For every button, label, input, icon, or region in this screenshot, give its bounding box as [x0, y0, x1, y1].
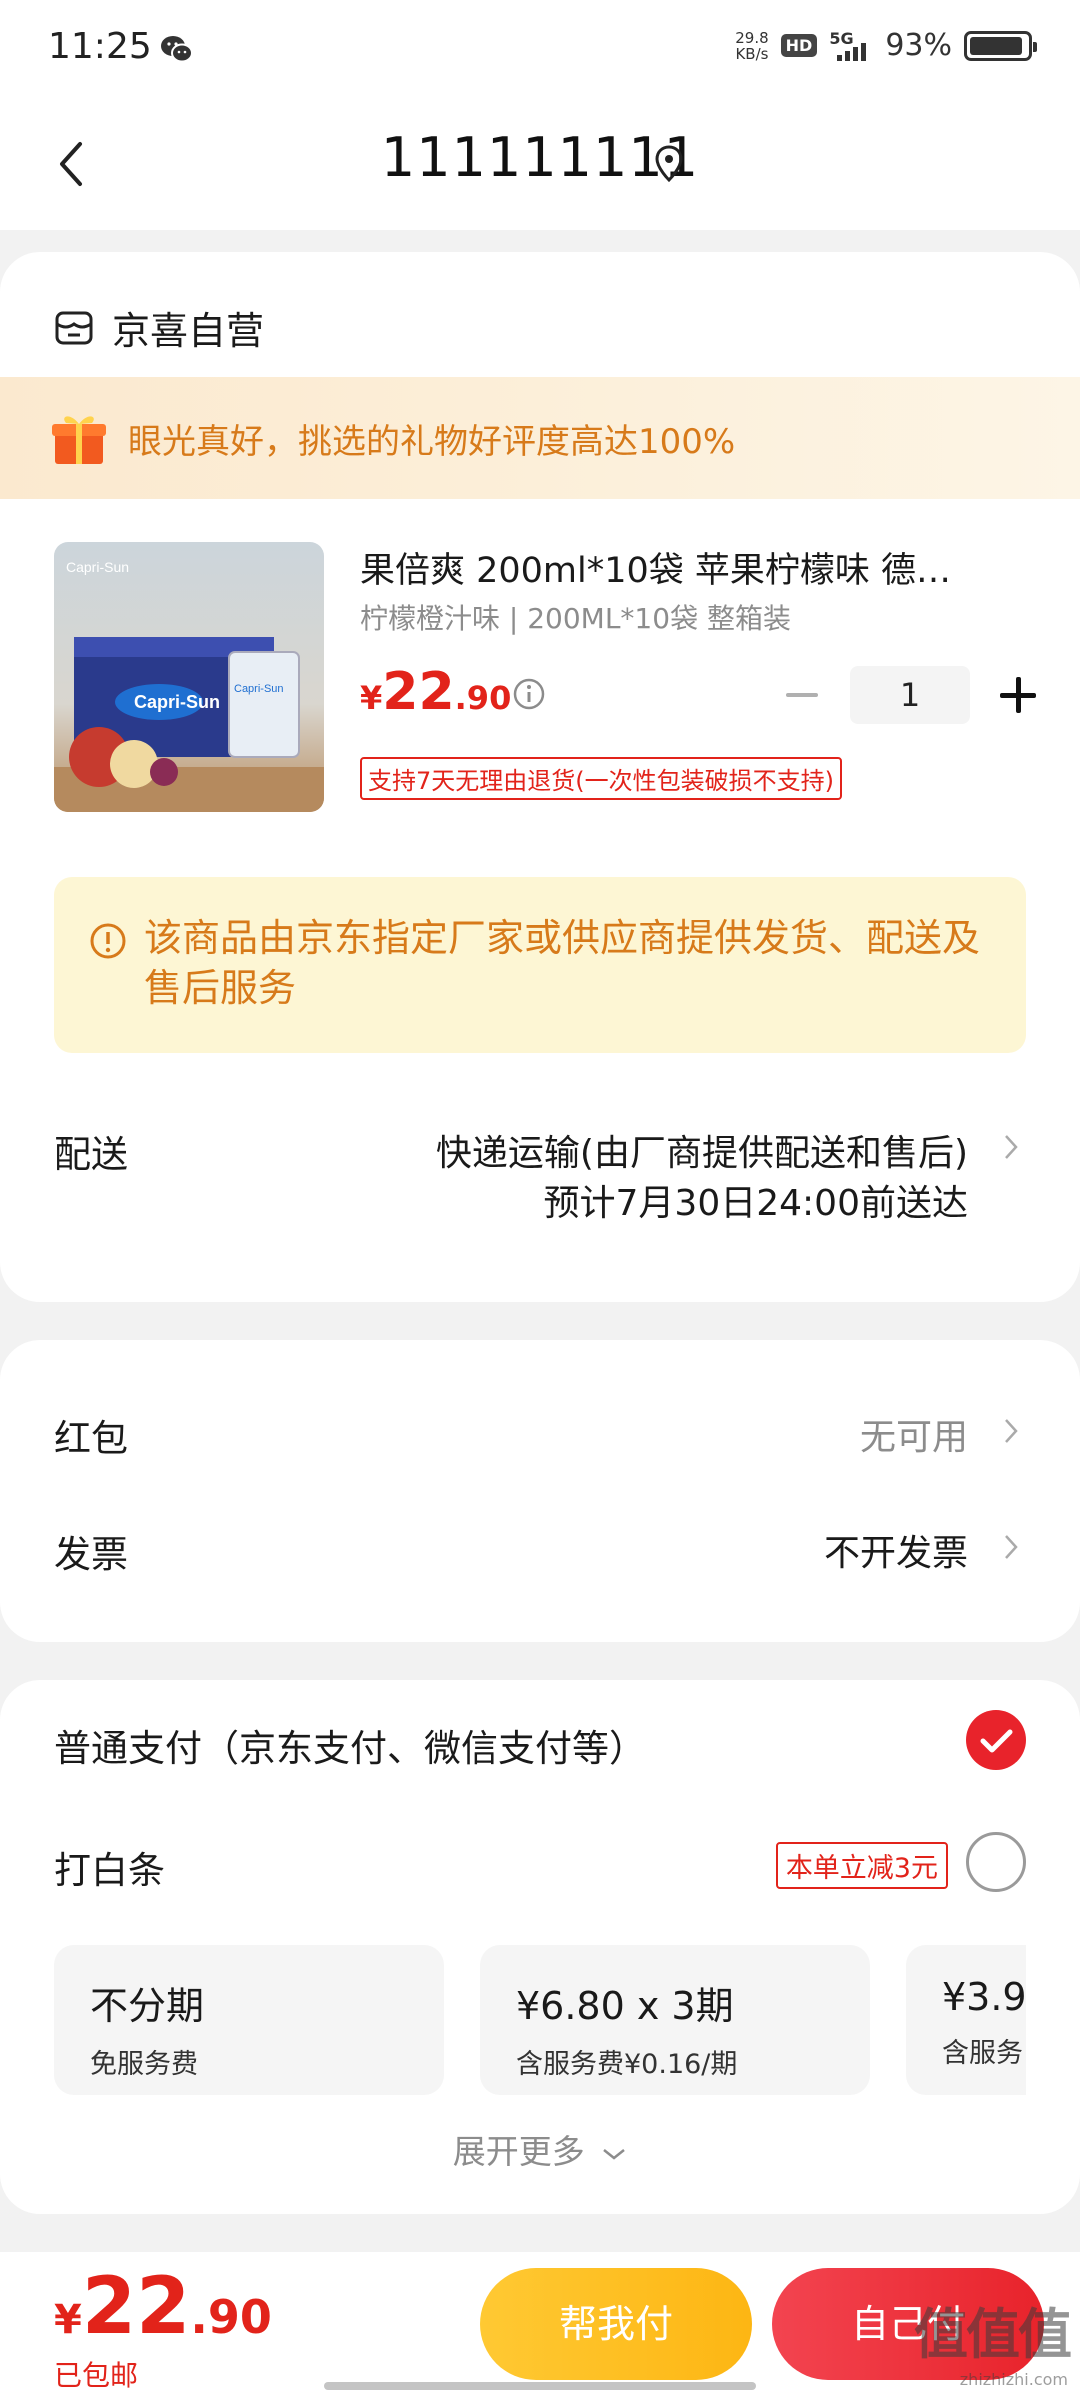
total-currency: ¥: [54, 2297, 82, 2343]
battery-percent: 93%: [885, 28, 952, 63]
store-name: 京喜自营: [112, 309, 265, 353]
price-info-icon[interactable]: [512, 677, 546, 711]
hd-badge: HD: [780, 34, 818, 57]
battery-icon: [964, 30, 1037, 61]
decrease-quantity-button[interactable]: [780, 673, 824, 717]
baitiao-discount-badge: 本单立减3元: [775, 1842, 948, 1889]
status-bar: 11:25 29.8 KB/s HD 5G 93%: [0, 0, 1080, 100]
gift-icon: [52, 416, 106, 464]
plan-title: ¥3.9: [942, 1975, 1026, 2019]
gift-banner-text: 眼光真好，挑选的礼物好评度高达100%: [128, 421, 736, 462]
baitiao-radio-unchecked[interactable]: [966, 1832, 1026, 1892]
total-price: ¥ 22 .90: [54, 2262, 272, 2352]
normal-payment-radio-checked[interactable]: [966, 1710, 1026, 1770]
shipping-method[interactable]: 快递运输(由厂商提供配送和售后): [436, 1124, 968, 1176]
price-currency: ¥: [360, 679, 383, 717]
total-decimal: .90: [190, 2290, 272, 2344]
normal-payment-label[interactable]: 普通支付（京东支付、微信支付等）: [54, 1718, 646, 1772]
total-integer: 22: [81, 2262, 191, 2352]
plan-subtitle: 免服务费: [90, 2049, 198, 2080]
plan-title: 不分期: [90, 1984, 205, 2028]
red-packet-value[interactable]: 无可用: [860, 1408, 968, 1460]
chevron-down-icon: [603, 2148, 626, 2160]
return-policy-tag: 支持7天无理由退货(一次性包装破损不支持): [360, 757, 842, 800]
product-price: ¥ 22 .90: [360, 662, 511, 722]
expand-more-label: 展开更多: [452, 2132, 585, 2171]
price-decimal: .90: [454, 679, 512, 717]
supplier-notice: 该商品由京东指定厂家或供应商提供发货、配送及售后服务: [54, 877, 1026, 1053]
product-title[interactable]: 果倍爽 200ml*10袋 苹果柠檬味 德…: [360, 542, 1010, 593]
invoice-label: 发票: [54, 1533, 128, 1576]
watermark-domain: zhizhizhi.com: [959, 2370, 1068, 2389]
installment-plans: 不分期 免服务费 ¥6.80 x 3期 含服务费¥0.16/期 ¥3.9 含服务: [54, 1945, 1026, 2095]
home-indicator[interactable]: [324, 2382, 756, 2390]
nav-bar: 111111111: [0, 100, 1080, 230]
net-speed: 29.8 KB/s: [735, 30, 768, 62]
red-packet-chevron-right-icon[interactable]: [1002, 1416, 1020, 1446]
svg-text:Capri-Sun: Capri-Sun: [234, 683, 284, 695]
signal-icon: 5G: [829, 29, 873, 63]
net-speed-value: 29.8: [735, 28, 769, 47]
quantity-input[interactable]: 1: [850, 666, 970, 724]
plan-subtitle: 含服务: [942, 2038, 1023, 2069]
baitiao-label[interactable]: 打白条: [54, 1840, 165, 1894]
gift-banner: 眼光真好，挑选的礼物好评度高达100%: [0, 377, 1080, 499]
plan-subtitle: 含服务费¥0.16/期: [516, 2049, 738, 2080]
svg-text:Capri-Sun: Capri-Sun: [134, 692, 220, 712]
plan-option[interactable]: ¥3.9 含服务: [906, 1945, 1026, 2095]
info-circle-icon: [90, 923, 126, 959]
product-image[interactable]: Capri-Sun Capri-Sun Capri-Sun: [54, 542, 324, 812]
net-speed-unit: KB/s: [735, 44, 769, 63]
svg-text:Capri-Sun: Capri-Sun: [66, 559, 129, 575]
invoice-chevron-right-icon[interactable]: [1002, 1532, 1020, 1562]
plan-title: ¥6.80 x 3期: [516, 1984, 734, 2028]
payment-card: 普通支付（京东支付、微信支付等） 打白条 本单立减3元 不分期 免服务费 ¥6.…: [0, 1680, 1080, 2214]
increase-quantity-button[interactable]: [996, 673, 1040, 717]
checkout-bar: ¥ 22 .90 已包邮 帮我付 自己付 值值值 zhizhizhi.com: [0, 2252, 1080, 2400]
help-me-pay-button[interactable]: 帮我付: [480, 2268, 752, 2380]
price-integer: 22: [382, 662, 455, 722]
status-right-group: 29.8 KB/s HD 5G 93%: [735, 28, 1037, 63]
extras-card: 红包 无可用 发票 不开发票: [0, 1340, 1080, 1642]
store-icon: [55, 311, 93, 344]
plan-option[interactable]: ¥6.80 x 3期 含服务费¥0.16/期: [480, 1945, 870, 2095]
plan-option[interactable]: 不分期 免服务费: [54, 1945, 444, 2095]
order-item-card: 京喜自营 眼光真好，挑选的礼物好评度高达100% Capri-Sun Capri…: [0, 252, 1080, 1302]
checkmark-icon: [980, 1729, 1013, 1753]
store-header[interactable]: 京喜自营: [54, 300, 264, 355]
red-packet-label: 红包: [54, 1417, 128, 1460]
shipping-eta: 预计7月30日24:00前送达: [543, 1183, 968, 1224]
wechat-notification-icon: [161, 36, 193, 63]
invoice-value[interactable]: 不开发票: [824, 1524, 968, 1576]
shipping-label: 配送: [54, 1133, 128, 1176]
checkout-page: 11:25 29.8 KB/s HD 5G 93% 111111111 京喜自营…: [0, 0, 1080, 2400]
shipping-chevron-right-icon[interactable]: [1002, 1132, 1020, 1162]
watermark-logo: 值值值: [914, 2303, 1072, 2366]
page-title: 111111111: [380, 126, 700, 189]
status-time: 11:25: [48, 26, 152, 67]
free-shipping-note: 已包邮: [54, 2359, 139, 2392]
expand-more-button[interactable]: 展开更多: [0, 2125, 1080, 2173]
quantity-stepper: 1: [780, 666, 1040, 724]
location-pin-icon[interactable]: [654, 144, 684, 184]
supplier-notice-text: 该商品由京东指定厂家或供应商提供发货、配送及售后服务: [144, 916, 981, 1010]
product-spec[interactable]: 柠檬橙汁味 | 200ML*10袋 整箱装: [360, 597, 791, 637]
product-photo: Capri-Sun Capri-Sun Capri-Sun: [54, 559, 324, 812]
